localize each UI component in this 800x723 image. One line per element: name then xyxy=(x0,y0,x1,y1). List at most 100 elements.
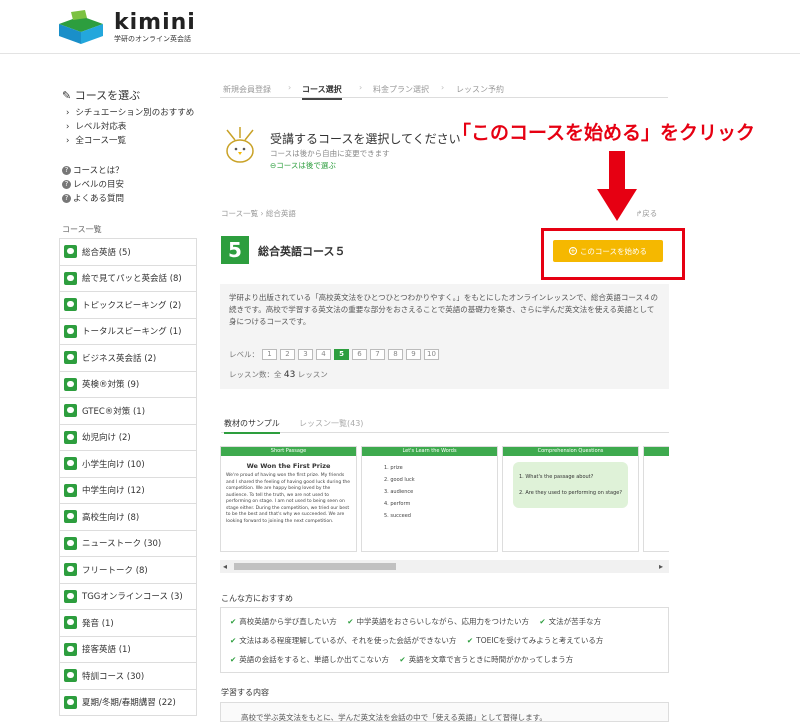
course-item[interactable]: 特訓コース (30) xyxy=(59,663,197,690)
step-register: 新規会員登録 xyxy=(223,85,271,94)
course-icon xyxy=(64,642,77,656)
course-item[interactable]: 総合英語 (5) xyxy=(59,239,197,266)
course-item[interactable]: TGGオンラインコース (3) xyxy=(59,583,197,610)
level-box: 4 xyxy=(316,349,331,360)
level-box: 10 xyxy=(424,349,439,360)
course-item[interactable]: フリートーク (8) xyxy=(59,557,197,584)
link-all-courses[interactable]: 全コース一覧 xyxy=(66,134,194,148)
help-what-is-course[interactable]: コースとは？ xyxy=(62,164,124,178)
carousel-scrollbar[interactable]: ◂ ▸ xyxy=(220,560,669,573)
recommend-title: こんな方におすすめ xyxy=(221,594,293,603)
course-icon xyxy=(64,510,77,524)
sample-slide[interactable]: Comprehension Questions 1. What's the pa… xyxy=(502,446,639,552)
select-course-subtitle: コースは後から自由に変更できます xyxy=(270,149,390,158)
level-box-active: 5 xyxy=(334,349,349,360)
course-icon xyxy=(64,563,77,577)
logo-text[interactable]: kimini xyxy=(114,10,196,35)
recommend-box: 高校英語から学び直したい方 中学英語をおさらいしながら、応用力をつけたい方 文法… xyxy=(220,607,669,673)
scroll-right-icon[interactable]: ▸ xyxy=(659,562,663,571)
course-icon xyxy=(64,616,77,630)
tab-lesson-list[interactable]: レッスン一覧(43) xyxy=(299,418,363,429)
tab-sample[interactable]: 教材のサンプル xyxy=(224,418,280,434)
choose-later-link[interactable]: ⊖コースは後で選ぶ xyxy=(270,160,336,171)
recommend-row: 高校英語から学び直したい方 中学英語をおさらいしながら、応用力をつけたい方 文法… xyxy=(230,616,609,627)
progress-steps: 新規会員登録 › コース選択 › 料金プラン選択 › レッスン予約 xyxy=(220,80,668,100)
click-callout: 「このコースを始める」をクリック xyxy=(452,122,756,144)
course-item[interactable]: 接客英語 (1) xyxy=(59,636,197,663)
vocab-list: 1. prize 2. good luck 3. audience 4. per… xyxy=(384,465,415,519)
slide-body: We're proud of having won the first priz… xyxy=(226,473,351,524)
course-icon xyxy=(64,404,77,418)
course-icon xyxy=(64,271,77,285)
level-box: 9 xyxy=(406,349,421,360)
slide-header: Short Passage xyxy=(221,447,356,456)
course-icon xyxy=(64,377,77,391)
kimini-logo-icon[interactable] xyxy=(57,10,105,44)
course-description: 学研より出版されている「高校英文法をひとつひとつわかりやすく。」をもとにしたオン… xyxy=(229,293,658,326)
header: kimini 学研のオンライン英会話 xyxy=(0,0,800,54)
chick-mascot-icon xyxy=(226,127,254,163)
link-level-table[interactable]: レベル対応表 xyxy=(66,120,194,134)
sidebar-links: シチュエーション別のおすすめ レベル対応表 全コース一覧 xyxy=(66,106,194,148)
course-item[interactable]: 小学生向け (10) xyxy=(59,451,197,478)
level-box: 7 xyxy=(370,349,385,360)
course-icon xyxy=(64,589,77,603)
course-item[interactable]: 英検®対策 (9) xyxy=(59,371,197,398)
sample-slide[interactable]: Short Passage We Won the First Prize We'… xyxy=(220,446,357,552)
level-indicator: レベル： 1 2 3 4 5 6 7 8 9 10 xyxy=(229,349,439,360)
recommend-row: 英語の会話をすると、単語しか出てこない方 英語を文章で言うときに時間がかかってし… xyxy=(230,654,581,665)
chevron-right-icon: › xyxy=(441,83,445,92)
content-tabs: 教材のサンプル レッスン一覧(43) xyxy=(221,417,669,434)
course-icon xyxy=(64,298,77,312)
breadcrumb[interactable]: コース一覧 › 総合英語 xyxy=(221,208,296,219)
select-course-title: 受講するコースを選択してください xyxy=(270,132,461,146)
scrollbar-thumb[interactable] xyxy=(234,563,396,570)
course-icon xyxy=(64,324,77,338)
course-list: 総合英語 (5) 絵で見てパッと英会話 (8) トピックスピーキング (2) ト… xyxy=(59,238,197,716)
sample-slide-partial[interactable] xyxy=(643,446,669,552)
course-item[interactable]: 夏期/冬期/春期講習 (22) xyxy=(59,689,197,716)
course-item[interactable]: トータルスピーキング (1) xyxy=(59,318,197,345)
learn-box: 高校で学ぶ英文法をもとに、学んだ英文法を会話の中で「使える英語」として習得します… xyxy=(220,702,669,722)
course-number-badge: 5 xyxy=(221,236,249,264)
course-item[interactable]: 絵で見てパッと英会話 (8) xyxy=(59,265,197,292)
lesson-count-value: 43 xyxy=(283,370,296,380)
step-lesson-booking: レッスン予約 xyxy=(456,85,504,94)
course-icon xyxy=(64,483,77,497)
sidebar-help: コースとは？ レベルの目安 よくある質問 xyxy=(62,164,124,206)
back-link[interactable]: ↱戻る xyxy=(636,208,657,219)
course-item[interactable]: 高校生向け (8) xyxy=(59,504,197,531)
level-box: 3 xyxy=(298,349,313,360)
link-situation[interactable]: シチュエーション別のおすすめ xyxy=(66,106,194,120)
course-item[interactable]: ニューストーク (30) xyxy=(59,530,197,557)
down-arrow-icon xyxy=(597,151,637,221)
chevron-right-icon: › xyxy=(359,83,363,92)
course-name: 総合英語コース５ xyxy=(258,245,346,258)
step-course-select: コース選択 xyxy=(302,84,342,100)
course-item[interactable]: 発音 (1) xyxy=(59,610,197,637)
course-icon xyxy=(64,536,77,550)
course-item[interactable]: GTEC®対策 (1) xyxy=(59,398,197,425)
chevron-right-icon: › xyxy=(288,83,292,92)
course-icon xyxy=(64,245,77,259)
learn-title: 学習する内容 xyxy=(221,688,269,697)
start-course-button[interactable]: + このコースを始める xyxy=(553,240,663,262)
question-bubble: 1. What's the passage about? 2. Are they… xyxy=(513,462,628,508)
help-level-guide[interactable]: レベルの目安 xyxy=(62,178,124,192)
lesson-count: レッスン数：全 43 レッスン xyxy=(229,370,328,380)
course-icon xyxy=(64,430,77,444)
help-faq[interactable]: よくある質問 xyxy=(62,192,124,206)
step-plan-select: 料金プラン選択 xyxy=(373,85,429,94)
sample-slide[interactable]: Let's Learn the Words 1. prize 2. good l… xyxy=(361,446,498,552)
course-item[interactable]: トピックスピーキング (2) xyxy=(59,292,197,319)
course-icon xyxy=(64,351,77,365)
course-list-label: コース一覧 xyxy=(62,225,102,234)
course-description-panel: 学研より出版されている「高校英文法をひとつひとつわかりやすく。」をもとにしたオン… xyxy=(220,284,669,389)
scroll-left-icon[interactable]: ◂ xyxy=(223,562,227,571)
level-box: 1 xyxy=(262,349,277,360)
course-item[interactable]: 中学生向け (12) xyxy=(59,477,197,504)
logo-subtitle: 学研のオンライン英会話 xyxy=(114,35,191,43)
course-item[interactable]: 幼児向け (2) xyxy=(59,424,197,451)
course-item[interactable]: ビジネス英会話 (2) xyxy=(59,345,197,372)
recommend-row: 文法はある程度理解しているが、それを使った会話ができない方 TOEICを受けてみ… xyxy=(230,635,611,646)
